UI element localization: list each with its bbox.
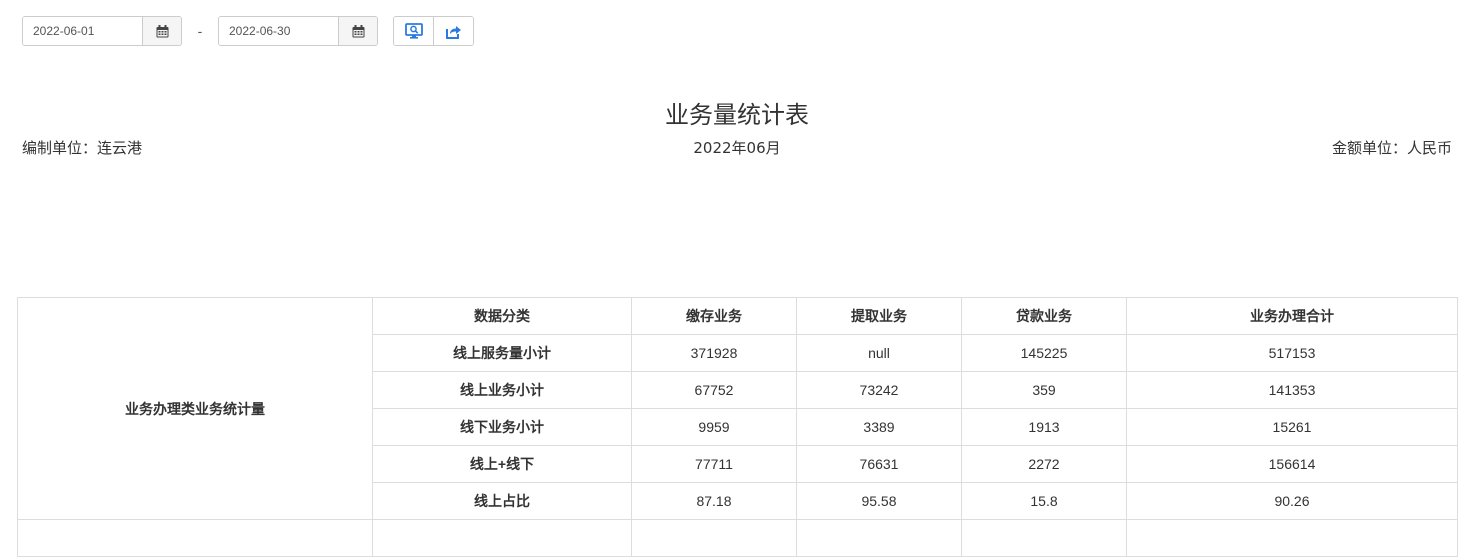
column-header: 提取业务 bbox=[796, 297, 962, 335]
table-cell: 15.8 bbox=[961, 482, 1127, 520]
column-header: 贷款业务 bbox=[961, 297, 1127, 335]
calendar-icon bbox=[352, 24, 364, 37]
table-cell: 2272 bbox=[961, 445, 1127, 483]
statistics-table: 业务办理类业务统计量 数据分类 缴存业务 提取业务 贷款业务 业务办理合计 线上… bbox=[17, 297, 1458, 557]
report-period: 2022年06月 bbox=[693, 139, 781, 157]
end-date-input[interactable] bbox=[219, 17, 339, 45]
table-header-row: 业务办理类业务统计量 数据分类 缴存业务 提取业务 贷款业务 业务办理合计 bbox=[17, 297, 1458, 520]
date-range-separator: - bbox=[197, 23, 203, 39]
monitor-search-icon bbox=[404, 23, 423, 39]
table-cell bbox=[17, 519, 373, 557]
compiling-unit: 编制单位：连云港 bbox=[22, 139, 143, 157]
table-cell: 3389 bbox=[796, 408, 962, 446]
report-title: 业务量统计表 bbox=[665, 101, 809, 129]
table-cell: 95.58 bbox=[796, 482, 962, 520]
table-cell: 359 bbox=[961, 371, 1127, 409]
table-cell: 77711 bbox=[631, 445, 797, 483]
query-button[interactable] bbox=[394, 17, 433, 45]
table-cell: 87.18 bbox=[631, 482, 797, 520]
table-cell: 9959 bbox=[631, 408, 797, 446]
row-label: 线上服务量小计 bbox=[372, 334, 632, 372]
group-label-cell: 业务办理类业务统计量 bbox=[17, 297, 373, 520]
currency-unit: 金额单位：人民币 bbox=[1331, 139, 1452, 157]
start-date-input[interactable] bbox=[23, 17, 143, 45]
table-cell: 1913 bbox=[961, 408, 1127, 446]
end-date-calendar-button[interactable] bbox=[339, 17, 377, 45]
table-cell bbox=[796, 519, 962, 557]
end-date-picker bbox=[218, 16, 378, 46]
row-label: 线下业务小计 bbox=[372, 408, 632, 446]
table-cell: 67752 bbox=[631, 371, 797, 409]
table-cell: 141353 bbox=[1126, 371, 1458, 409]
table-cell bbox=[1126, 519, 1458, 557]
report-meta-row: 2022年06月 编制单位：连云港 金额单位：人民币 bbox=[22, 137, 1452, 159]
table-cell: 156614 bbox=[1126, 445, 1458, 483]
table-cell bbox=[631, 519, 797, 557]
row-label: 线上+线下 bbox=[372, 445, 632, 483]
table-cell: 90.26 bbox=[1126, 482, 1458, 520]
table-cell: 76631 bbox=[796, 445, 962, 483]
table-cell: 145225 bbox=[961, 334, 1127, 372]
start-date-calendar-button[interactable] bbox=[143, 17, 181, 45]
export-button[interactable] bbox=[433, 17, 473, 45]
share-export-icon bbox=[446, 25, 461, 39]
table-cell bbox=[372, 519, 632, 557]
column-header: 缴存业务 bbox=[631, 297, 797, 335]
row-label: 线上占比 bbox=[372, 482, 632, 520]
table-row-partial bbox=[17, 519, 1458, 557]
calendar-icon bbox=[156, 24, 168, 37]
table-cell: null bbox=[796, 334, 962, 372]
action-button-group bbox=[393, 16, 474, 46]
start-date-picker bbox=[22, 16, 182, 46]
column-header: 数据分类 bbox=[372, 297, 632, 335]
table-cell: 73242 bbox=[796, 371, 962, 409]
table-cell bbox=[961, 519, 1127, 557]
filter-toolbar: - bbox=[22, 16, 474, 46]
table-cell: 517153 bbox=[1126, 334, 1458, 372]
row-label: 线上业务小计 bbox=[372, 371, 632, 409]
column-header: 业务办理合计 bbox=[1126, 297, 1458, 335]
table-cell: 371928 bbox=[631, 334, 797, 372]
table-cell: 15261 bbox=[1126, 408, 1458, 446]
